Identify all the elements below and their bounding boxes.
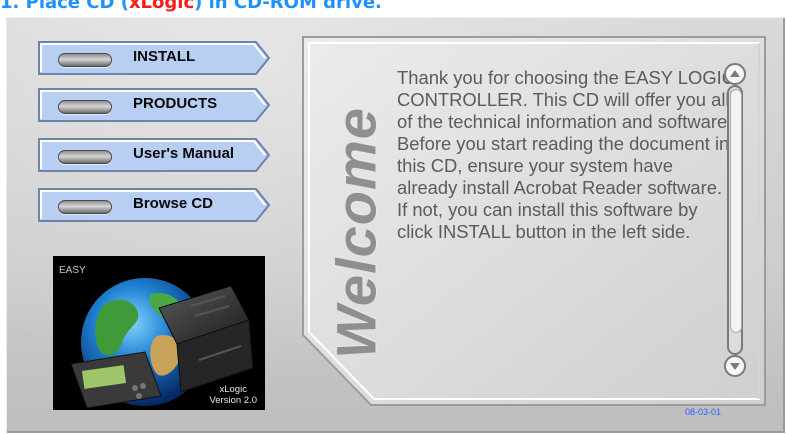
product-logo-image: EASY xLogic Version 2.0 [53,256,265,410]
welcome-paragraph: Before you start reading the document in… [397,133,730,242]
browse-cd-button[interactable]: Browse CD [38,188,270,222]
logo-product-name: xLogic [219,384,247,395]
led-indicator-icon [58,100,112,114]
welcome-title: Welcome [324,107,388,359]
users-manual-button[interactable]: User's Manual [38,138,270,172]
heading-prefix: 1. Place CD ( [0,0,129,13]
logo-caption: xLogic Version 2.0 [209,384,257,406]
led-indicator-icon [58,53,112,67]
heading-brand: xLogic [128,0,195,13]
arrow-up-circle-icon [730,70,740,77]
scroll-up-button[interactable] [724,63,746,85]
logo-version: Version 2.0 [209,395,257,406]
scroll-thumb[interactable] [730,89,742,333]
users-manual-button-label: User's Manual [133,145,235,162]
install-button-label: INSTALL [133,48,196,65]
products-button[interactable]: PRODUCTS [38,88,270,122]
welcome-message: Thank you for choosing the EASY LOGIC CO… [397,67,737,243]
led-indicator-icon [58,150,112,164]
led-indicator-icon [58,200,112,214]
welcome-paragraph: Thank you for choosing the EASY LOGIC CO… [397,67,736,132]
browse-cd-button-label: Browse CD [133,195,214,212]
page-heading: 1. Place CD (xLogic) in CD-ROM drive. [0,0,382,13]
scroll-down-button[interactable] [724,355,746,377]
arrow-down-circle-icon [730,363,740,370]
install-button[interactable]: INSTALL [38,41,270,75]
date-stamp: 08-03-01 [685,407,722,417]
scroll-track[interactable] [727,85,743,355]
heading-suffix: ) in CD-ROM drive. [194,0,382,13]
products-button-label: PRODUCTS [133,95,218,112]
vertical-scrollbar[interactable] [724,63,748,379]
